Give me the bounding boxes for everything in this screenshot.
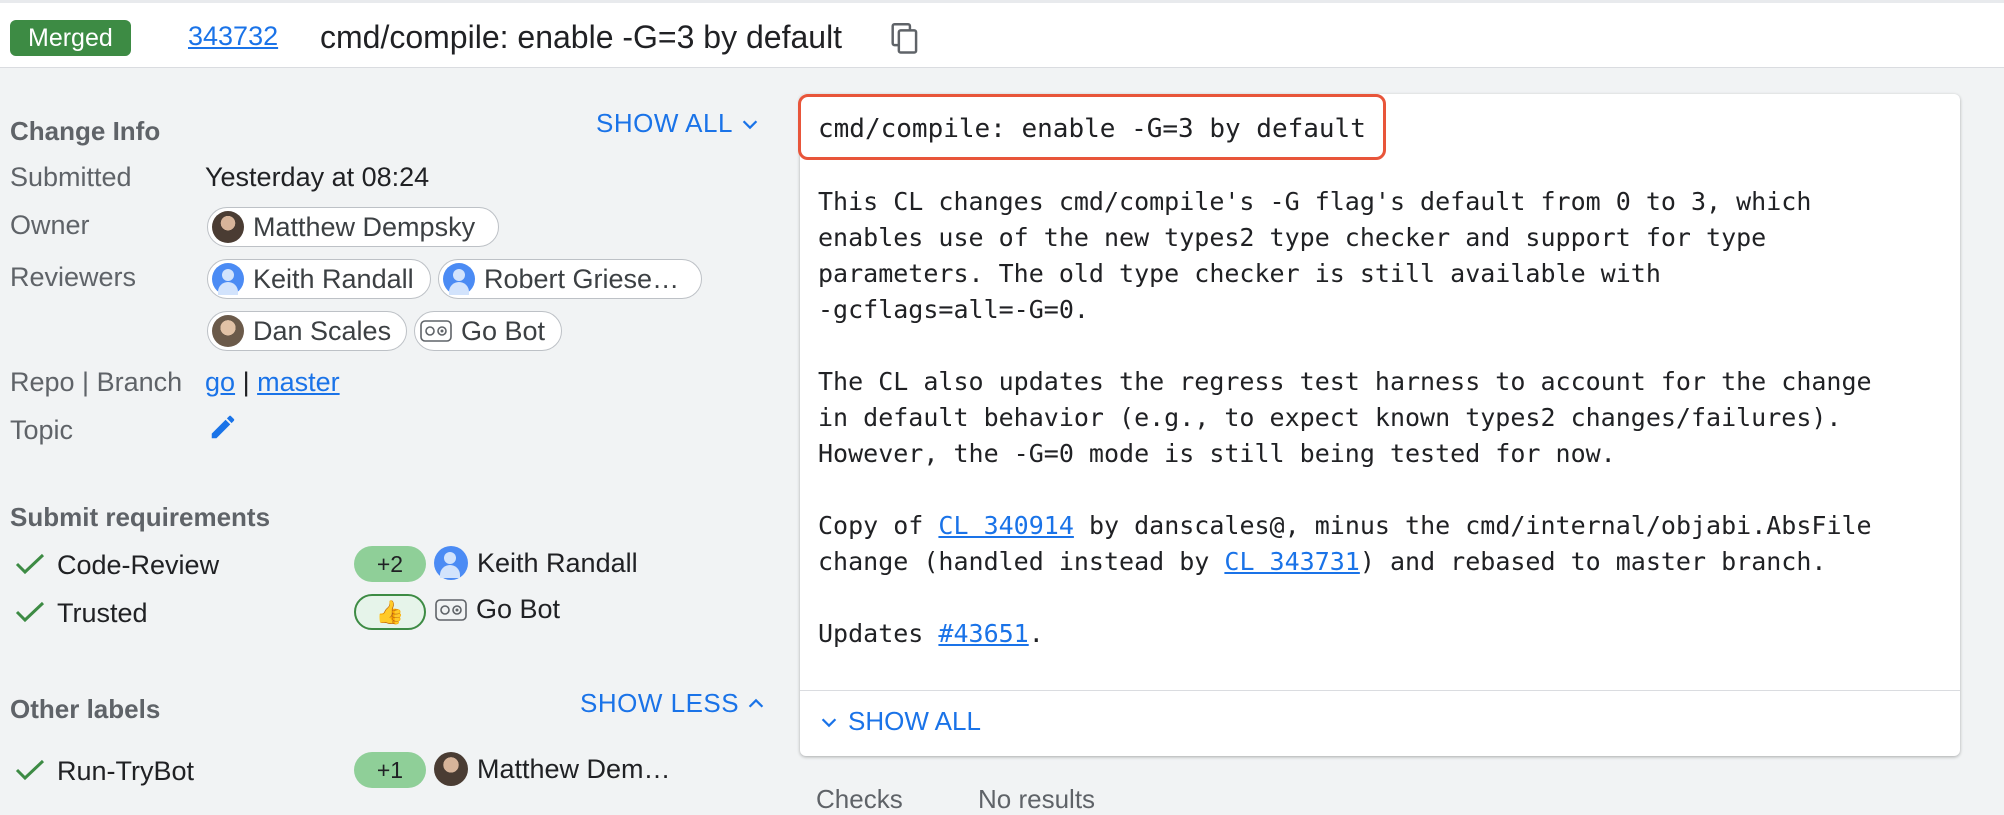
reviewer-name: Robert Griese… xyxy=(484,263,680,294)
owner-name: Matthew Dempsky xyxy=(253,211,476,242)
expand-message-button[interactable]: SHOW ALL xyxy=(818,706,981,737)
cl-link[interactable]: CL 343731 xyxy=(1224,547,1359,576)
reviewer-chip[interactable]: Dan Scales xyxy=(207,311,407,351)
cl-number-link[interactable]: 343732 xyxy=(188,21,278,52)
change-title: cmd/compile: enable -G=3 by default xyxy=(320,19,843,55)
voter-name: Matthew Dem… xyxy=(477,753,671,784)
chevron-down-icon xyxy=(742,119,758,129)
avatar xyxy=(443,263,475,295)
reviewer-chip[interactable]: Go Bot xyxy=(414,311,562,351)
reviewer-name: Go Bot xyxy=(461,315,546,346)
voter-chip[interactable]: Matthew Dem… xyxy=(434,752,671,786)
voter-chip[interactable]: Keith Randall xyxy=(434,546,638,580)
copy-icon[interactable] xyxy=(890,23,920,55)
avatar xyxy=(212,263,244,295)
submitted-label: Submitted xyxy=(10,162,132,192)
commit-paragraph: Copy of CL 340914 by danscales@, minus t… xyxy=(818,511,1872,576)
vote-chip[interactable]: 👍 xyxy=(354,594,426,630)
submit-requirements-heading: Submit requirements xyxy=(10,502,271,532)
commit-paragraph: This CL changes cmd/compile's -G flag's … xyxy=(818,187,1812,324)
reviewer-name: Keith Randall xyxy=(253,263,414,294)
requirement-name: Code-Review xyxy=(57,550,220,580)
show-less-label: SHOW LESS xyxy=(580,688,740,718)
check-icon xyxy=(15,759,45,781)
show-less-button[interactable]: SHOW LESS xyxy=(580,688,767,719)
voter-name: Keith Randall xyxy=(477,547,638,578)
chevron-down-icon xyxy=(821,717,837,727)
change-header: Merged 343732 cmd/compile: enable -G=3 b… xyxy=(0,0,2004,68)
repo-link[interactable]: go xyxy=(205,367,235,397)
owner-chip[interactable]: Matthew Dempsky xyxy=(207,207,499,247)
owner-label: Owner xyxy=(10,210,90,240)
commit-message-body: This CL changes cmd/compile's -G flag's … xyxy=(818,184,1938,688)
bot-icon xyxy=(420,320,452,342)
reviewer-chip[interactable]: Keith Randall xyxy=(207,259,431,299)
chevron-up-icon xyxy=(748,698,764,708)
reviewers-label: Reviewers xyxy=(10,262,137,292)
voter-chip[interactable]: Go Bot xyxy=(434,594,560,625)
vote-chip[interactable]: +2 xyxy=(354,546,426,582)
avatar xyxy=(212,315,244,347)
show-all-label: SHOW ALL xyxy=(596,108,733,138)
commit-paragraph: The CL also updates the regress test har… xyxy=(818,367,1872,468)
branch-link[interactable]: master xyxy=(257,367,340,397)
repo-branch-separator: | xyxy=(242,367,250,397)
change-info-heading: Change Info xyxy=(10,116,161,146)
label-name: Run-TryBot xyxy=(57,756,195,786)
status-badge: Merged xyxy=(10,20,131,56)
avatar xyxy=(212,211,244,243)
check-icon xyxy=(15,601,45,623)
bot-icon xyxy=(435,598,467,621)
avatar xyxy=(434,546,468,580)
other-labels-heading: Other labels xyxy=(10,694,161,724)
commit-subject: cmd/compile: enable -G=3 by default xyxy=(818,114,1366,144)
reviewer-chip[interactable]: Robert Griese… xyxy=(438,259,702,299)
edit-topic-icon[interactable] xyxy=(208,412,238,442)
divider xyxy=(800,690,1960,691)
requirement-name: Trusted xyxy=(57,598,148,628)
submitted-value: Yesterday at 08:24 xyxy=(205,162,430,192)
expand-message-label: SHOW ALL xyxy=(848,706,981,736)
cl-link[interactable]: CL 340914 xyxy=(938,511,1073,540)
commit-message-card: cmd/compile: enable -G=3 by default This… xyxy=(798,94,1960,756)
avatar xyxy=(434,752,468,786)
issue-link[interactable]: #43651 xyxy=(938,619,1028,648)
change-metadata-panel: Change Info SHOW ALL Submitted Yesterday… xyxy=(0,68,780,800)
vote-chip[interactable]: +1 xyxy=(354,752,426,788)
reviewer-name: Dan Scales xyxy=(253,315,392,346)
repo-branch-value: go | master xyxy=(205,367,340,398)
voter-name: Go Bot xyxy=(476,594,561,624)
topic-label: Topic xyxy=(10,415,74,445)
repo-branch-label: Repo | Branch xyxy=(10,367,183,397)
check-icon xyxy=(15,553,45,575)
show-all-button[interactable]: SHOW ALL xyxy=(596,108,761,139)
commit-paragraph: Updates #43651. xyxy=(818,619,1044,648)
